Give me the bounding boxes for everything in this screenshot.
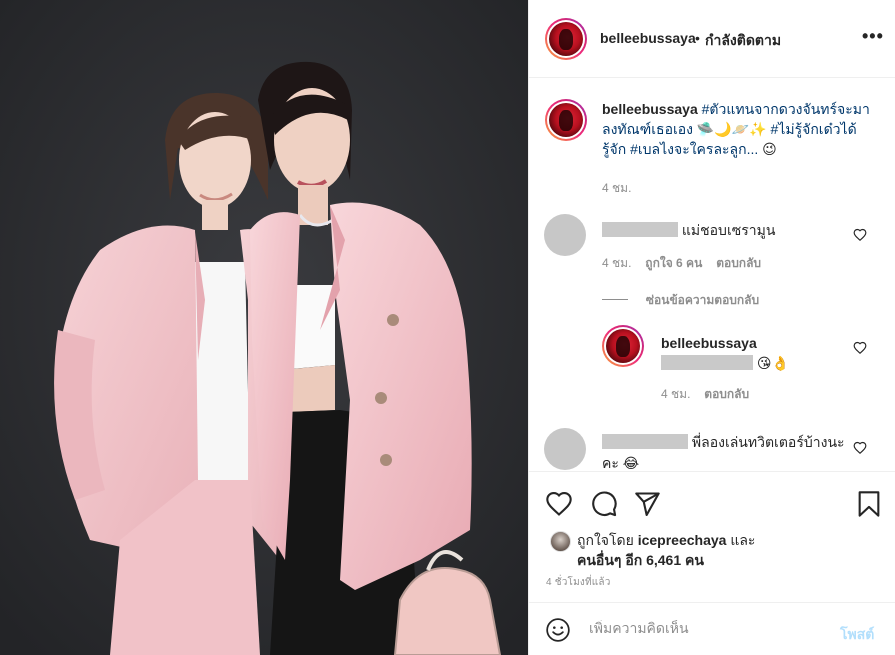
comment-text: แม่ชอบเซรามูน	[681, 222, 776, 238]
reply-meta: 4 ชม. ตอบกลับ	[661, 385, 749, 404]
following-button[interactable]: กำลังติดตาม	[705, 30, 781, 52]
comment-meta: 4 ชม. ถูกใจ 6 คน ตอบกลับ	[602, 254, 761, 273]
reply-mention-redacted[interactable]	[661, 355, 753, 370]
reply-emojis: 😘👌	[756, 355, 789, 371]
comment-emoji: 😂	[622, 455, 640, 471]
reply-avatar[interactable]	[602, 325, 644, 367]
emoji-smiley-icon[interactable]	[545, 617, 571, 643]
post-actions: ถูกใจโดย icepreechaya และ คนอื่นๆ อีก 6,…	[529, 471, 895, 591]
like-heart-icon[interactable]	[545, 490, 573, 518]
add-comment-bar: โพสต์	[529, 602, 895, 655]
liker-avatar[interactable]	[550, 531, 571, 552]
comment-likes-count[interactable]: ถูกใจ 6 คน	[645, 256, 702, 270]
likes-and: และ	[730, 532, 756, 548]
liker-username[interactable]: icepreechaya	[638, 532, 727, 548]
caption-avatar[interactable]	[545, 99, 587, 141]
comment-body: พี่ลองเล่นทวิตเตอร์บ้างนะคะ 😂	[602, 432, 847, 471]
post-comment-button[interactable]: โพสต์	[840, 624, 874, 646]
hide-replies-button[interactable]: ซ่อนข้อความตอบกลับ	[602, 291, 759, 310]
reply-username[interactable]: belleebussaya	[661, 333, 841, 353]
comment-bubble-icon[interactable]	[590, 490, 618, 518]
comment-body: แม่ชอบเซรามูน	[602, 220, 852, 240]
reply-time[interactable]: 4 ชม.	[661, 387, 690, 401]
reply-like-heart-icon[interactable]	[853, 341, 867, 355]
likes-others[interactable]: คนอื่นๆ อีก 6,461 คน	[577, 552, 704, 568]
author-avatar[interactable]	[545, 18, 587, 60]
commenter-avatar[interactable]	[544, 214, 586, 256]
comments-section[interactable]: belleebussaya #ตัวแทนจากดวงจันทร์จะมาลงท…	[529, 79, 895, 471]
replies-divider	[602, 299, 628, 300]
likes-prefix: ถูกใจโดย	[577, 532, 634, 548]
caption-emoji-end: 😉	[762, 141, 777, 157]
comment-reply-button[interactable]: ตอบกลับ	[716, 256, 761, 270]
add-comment-input[interactable]	[589, 620, 819, 636]
reply-reply-button[interactable]: ตอบกลับ	[704, 387, 749, 401]
author-username[interactable]: belleebussaya	[600, 30, 696, 46]
caption-username[interactable]: belleebussaya	[602, 101, 698, 117]
hide-replies-label: ซ่อนข้อความตอบกลับ	[645, 293, 760, 307]
more-options-icon[interactable]: •••	[862, 26, 884, 47]
commenter-username-redacted[interactable]	[602, 434, 688, 449]
post-header: belleebussaya • กำลังติดตาม •••	[529, 0, 895, 78]
share-paper-plane-icon[interactable]	[633, 490, 661, 518]
reply-body: belleebussaya 😘👌	[661, 333, 841, 373]
comment-like-heart-icon[interactable]	[853, 228, 867, 242]
comment-time[interactable]: 4 ชม.	[602, 256, 631, 270]
post-detail-panel: belleebussaya • กำลังติดตาม ••• belleebu…	[528, 0, 895, 655]
separator-dot: •	[695, 30, 700, 46]
commenter-username-redacted[interactable]	[602, 222, 678, 237]
commenter-avatar[interactable]	[544, 428, 586, 470]
caption-emojis: 🛸🌙🪐✨	[696, 121, 767, 137]
post-caption: belleebussaya #ตัวแทนจากดวงจันทร์จะมาลงท…	[602, 99, 872, 159]
post-photo[interactable]	[0, 0, 528, 655]
caption-time[interactable]: 4 ชม.	[602, 179, 631, 198]
save-bookmark-icon[interactable]	[855, 490, 883, 518]
post-timestamp[interactable]: 4 ชั่วโมงที่แล้ว	[546, 575, 611, 590]
post-photo-illustration	[0, 0, 528, 655]
comment-like-heart-icon[interactable]	[853, 441, 867, 455]
likes-summary: ถูกใจโดย icepreechaya และ คนอื่นๆ อีก 6,…	[577, 530, 877, 570]
